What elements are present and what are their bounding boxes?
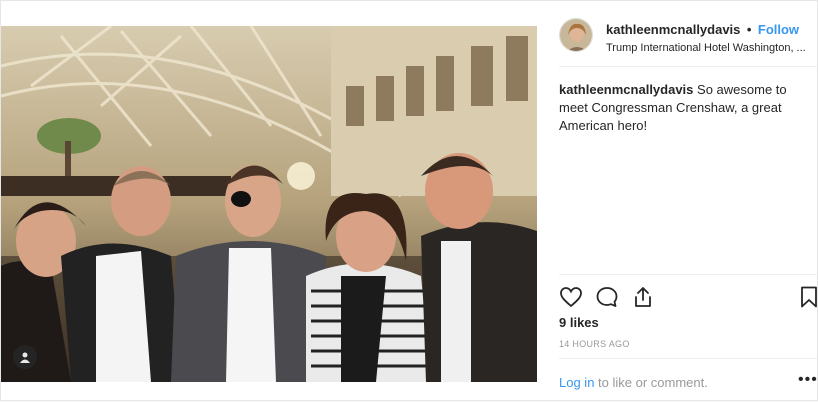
login-prompt: Log in to like or comment. (559, 375, 708, 390)
bookmark-icon[interactable] (797, 285, 818, 309)
separator-dot: • (746, 22, 752, 37)
actions-divider (559, 274, 817, 275)
follow-button[interactable]: Follow (758, 22, 799, 37)
heart-icon[interactable] (559, 285, 583, 309)
caption-username[interactable]: kathleenmcnallydavis (559, 82, 693, 97)
post-header: kathleenmcnallydavis • Follow Trump Inte… (559, 18, 817, 58)
instagram-post: kathleenmcnallydavis • Follow Trump Inte… (0, 0, 818, 401)
username-link[interactable]: kathleenmcnallydavis (606, 22, 740, 37)
post-sidebar: kathleenmcnallydavis • Follow Trump Inte… (545, 1, 818, 402)
login-link[interactable]: Log in (559, 375, 594, 390)
post-photo[interactable] (1, 26, 537, 382)
header-divider (559, 66, 817, 67)
share-icon[interactable] (631, 285, 655, 309)
more-options-icon[interactable]: ••• (798, 371, 818, 389)
action-bar (559, 285, 818, 311)
location-link[interactable]: Trump International Hotel Washington, ..… (606, 42, 818, 54)
post-timestamp[interactable]: 14 HOURS AGO (559, 339, 630, 349)
login-prompt-text: to like or comment. (598, 375, 708, 390)
user-tag-icon[interactable] (13, 345, 37, 369)
header-text: kathleenmcnallydavis • Follow Trump Inte… (606, 21, 818, 54)
likes-count[interactable]: 9 likes (559, 315, 599, 330)
group-photo-illustration (1, 26, 537, 382)
comment-icon[interactable] (595, 285, 619, 309)
caption: kathleenmcnallydavis So awesome to meet … (559, 81, 813, 135)
footer-divider (559, 358, 817, 359)
avatar[interactable] (559, 18, 593, 52)
